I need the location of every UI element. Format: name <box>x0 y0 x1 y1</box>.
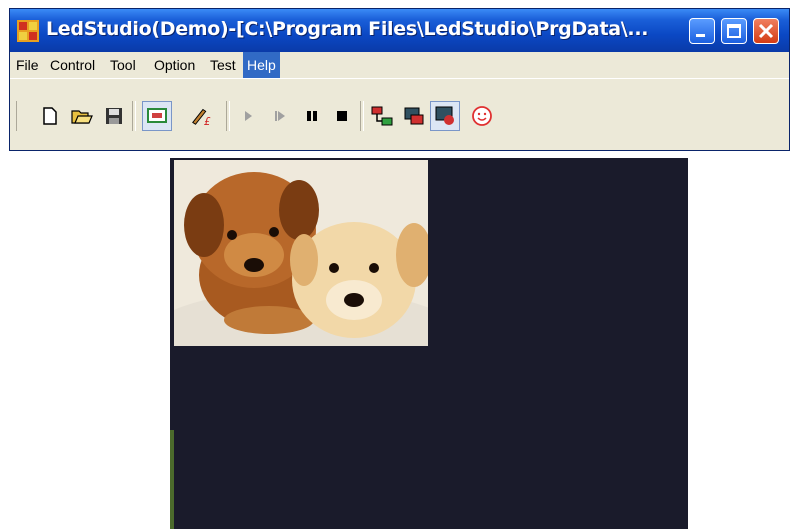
minimize-icon <box>696 34 705 37</box>
svg-text:£: £ <box>204 117 211 127</box>
maximize-icon <box>727 24 741 38</box>
screen-icon <box>147 108 167 123</box>
menu-option[interactable]: Option <box>150 52 199 78</box>
close-button[interactable] <box>753 18 779 44</box>
canvas-edge <box>170 430 174 529</box>
smiley-icon <box>472 106 492 126</box>
pause-icon <box>307 111 317 121</box>
toolbar-separator <box>360 101 364 131</box>
puppies-image[interactable] <box>174 160 428 346</box>
menu-file[interactable]: File <box>12 52 43 78</box>
toolbar-grip[interactable] <box>16 101 20 131</box>
play-button[interactable] <box>236 105 260 127</box>
edit-icon: £ <box>192 108 211 127</box>
toolbar: £ <box>10 78 789 149</box>
pause-button[interactable] <box>300 105 324 127</box>
menu-bar: File Control Tool Option Test Help <box>10 52 789 78</box>
puppies-picture <box>174 160 428 346</box>
maximize-button[interactable] <box>721 18 747 44</box>
menu-test[interactable]: Test <box>206 52 240 78</box>
connect-button[interactable] <box>370 105 394 127</box>
record-icon <box>435 106 454 125</box>
save-button[interactable] <box>102 105 126 127</box>
send-icon <box>404 107 424 125</box>
about-button[interactable] <box>470 105 494 127</box>
new-button[interactable] <box>38 105 62 127</box>
step-icon <box>275 111 285 121</box>
title-bar[interactable]: LedStudio(Demo)-[C:\Program Files\LedStu… <box>10 9 789 52</box>
connect-icon <box>371 106 393 126</box>
stop-button[interactable] <box>330 105 354 127</box>
open-icon <box>71 110 93 124</box>
open-button[interactable] <box>70 105 94 127</box>
screen-button[interactable] <box>142 101 172 131</box>
window-title: LedStudio(Demo)-[C:\Program Files\LedStu… <box>46 18 649 40</box>
record-button[interactable] <box>430 101 460 131</box>
minimize-button[interactable] <box>689 18 715 44</box>
menu-control[interactable]: Control <box>46 52 99 78</box>
play-icon <box>245 111 252 121</box>
edit-button[interactable]: £ <box>190 105 214 127</box>
menu-tool[interactable]: Tool <box>106 52 140 78</box>
save-icon <box>106 108 122 124</box>
step-button[interactable] <box>268 105 292 127</box>
ledstudio-app-icon <box>17 20 39 42</box>
new-icon <box>43 107 57 125</box>
toolbar-separator <box>132 101 136 131</box>
close-icon <box>758 23 774 39</box>
toolbar-separator <box>226 101 230 131</box>
stop-icon <box>337 111 347 121</box>
menu-help[interactable]: Help <box>243 52 280 78</box>
send-button[interactable] <box>402 105 426 127</box>
app-window: LedStudio(Demo)-[C:\Program Files\LedStu… <box>9 8 790 151</box>
